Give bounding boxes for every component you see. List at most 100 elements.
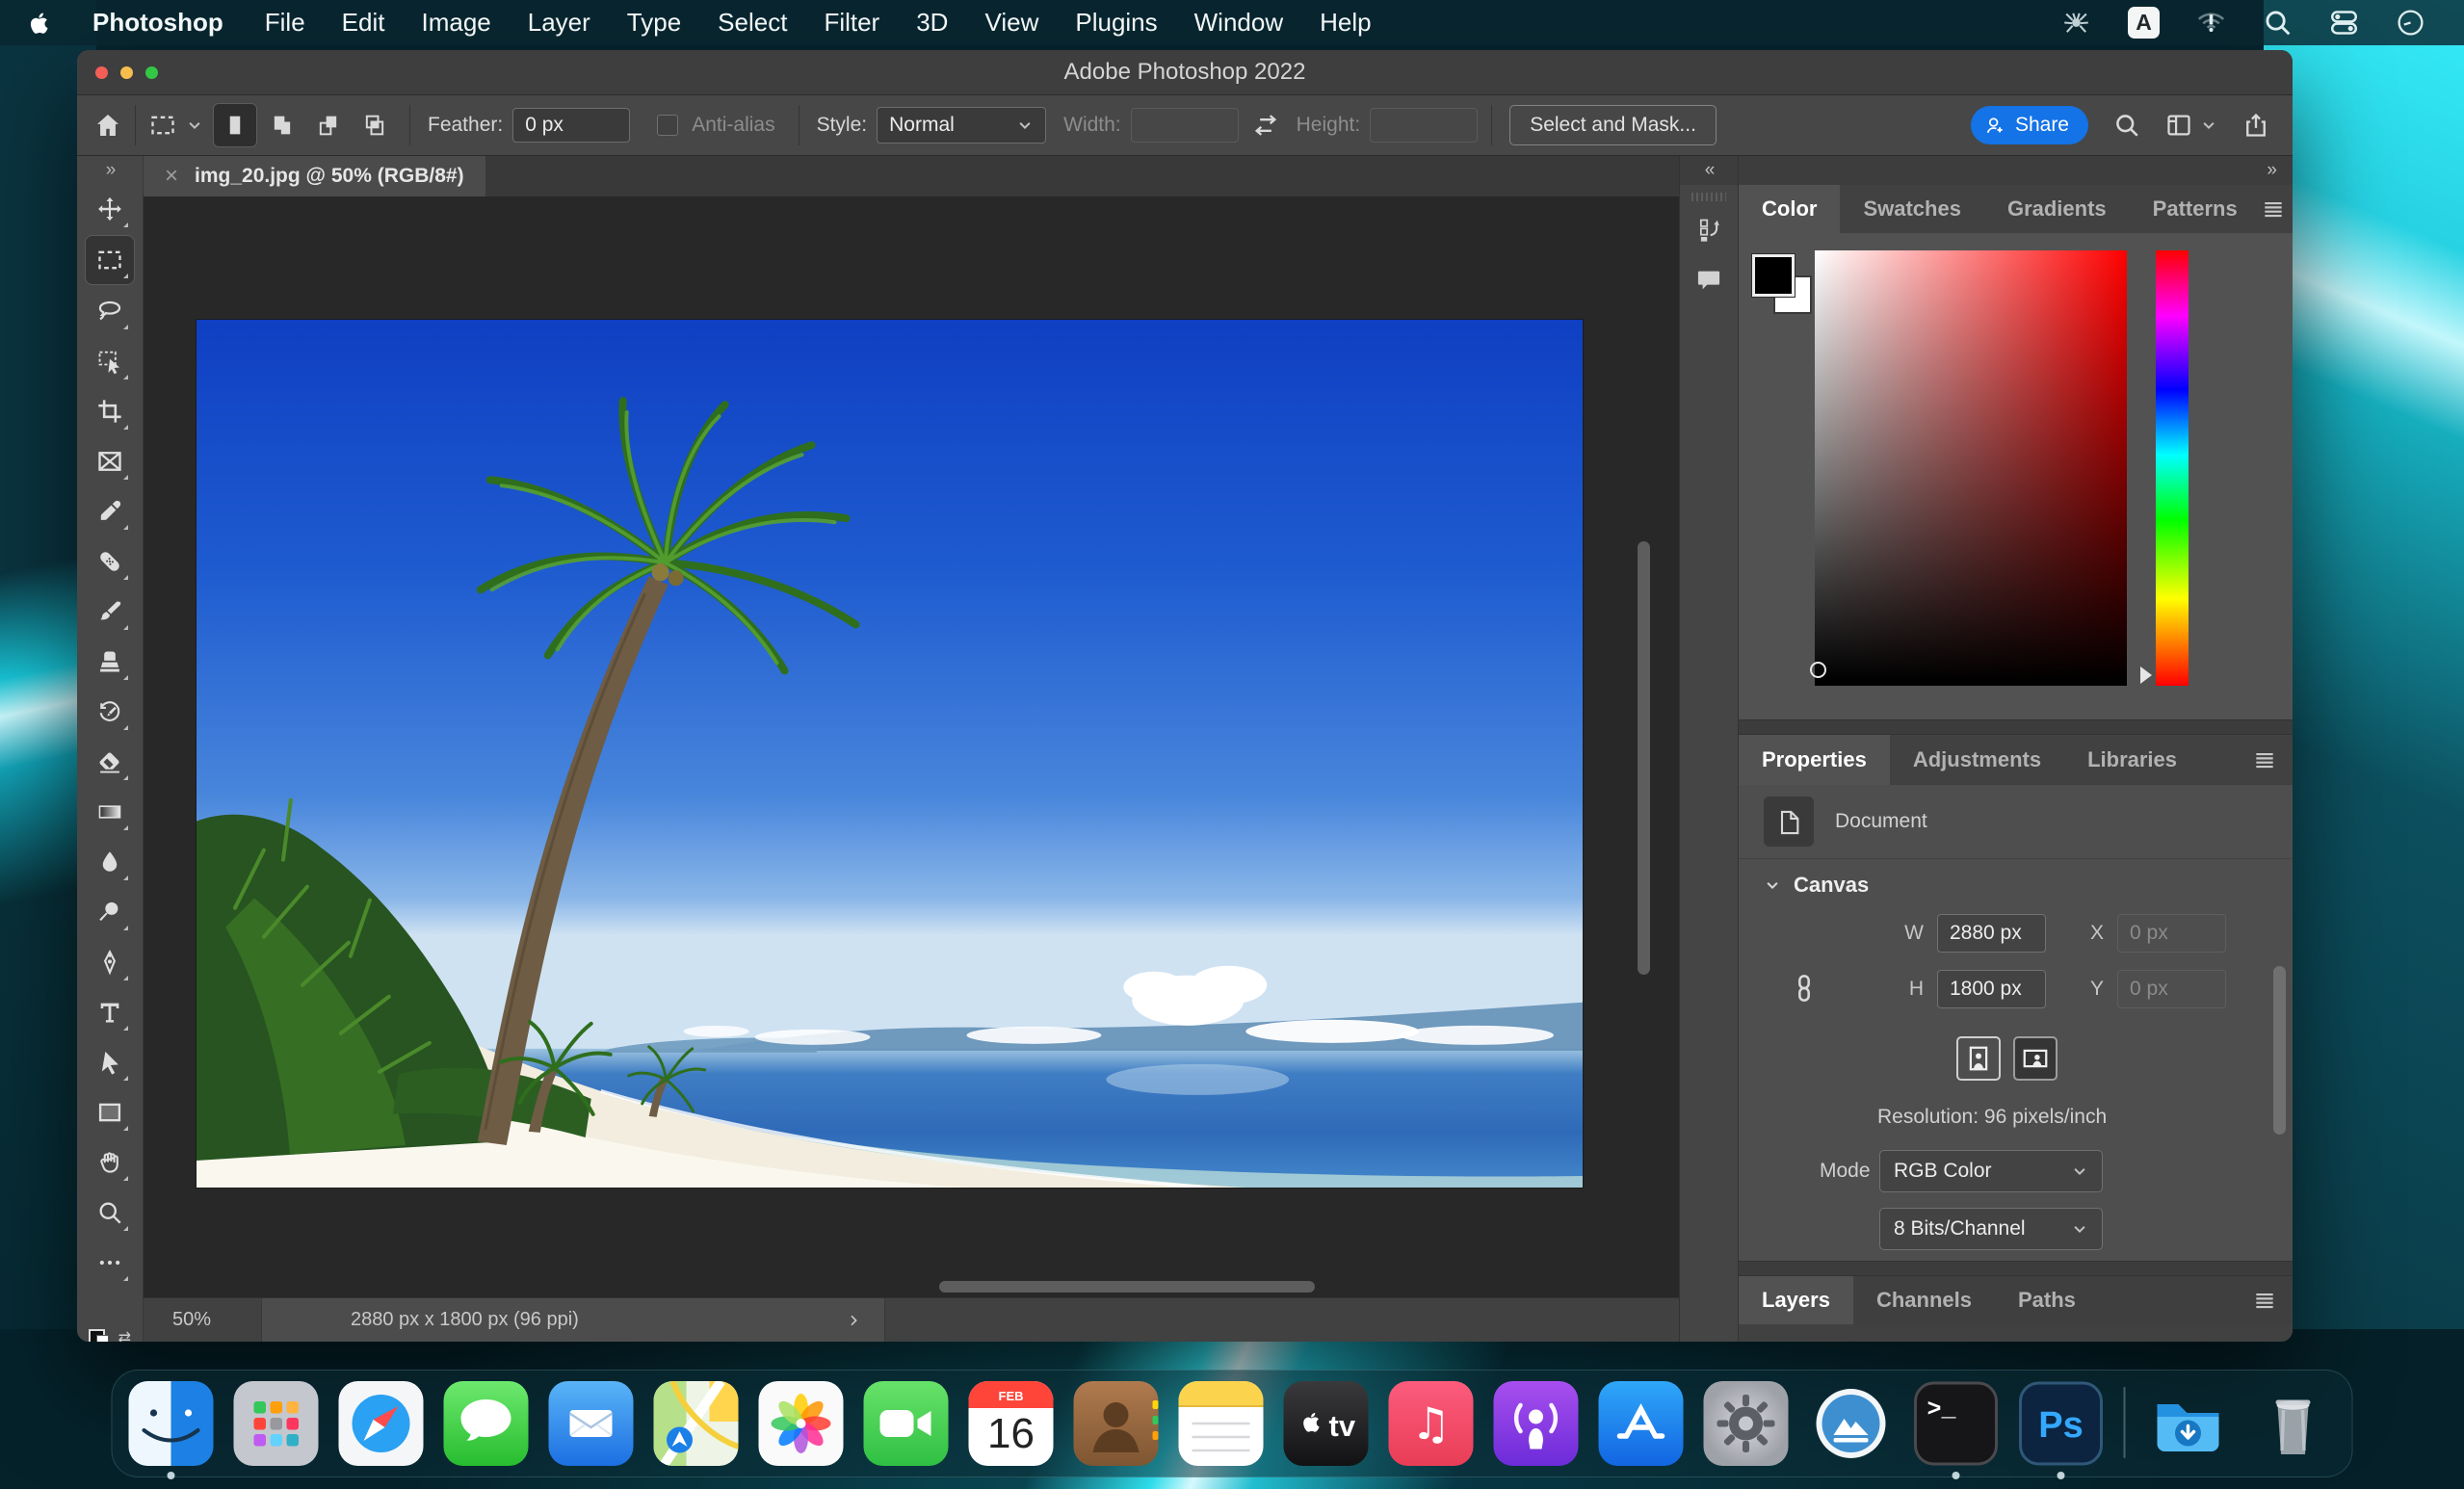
menu-item-layer[interactable]: Layer xyxy=(510,8,609,38)
canvas-section-header[interactable]: Canvas xyxy=(1764,873,2293,898)
type-tool[interactable] xyxy=(86,988,134,1036)
link-dimensions-icon[interactable] xyxy=(1789,973,1820,1004)
canvas-height-input[interactable]: 1800 px xyxy=(1937,970,2046,1008)
comments-panel-icon[interactable] xyxy=(1689,260,1729,300)
tab-layers[interactable]: Layers xyxy=(1739,1276,1853,1324)
canvas-area[interactable] xyxy=(144,196,1679,1297)
document-tab[interactable]: × img_20.jpg @ 50% (RGB/8#) xyxy=(144,156,485,196)
object-selection-tool[interactable] xyxy=(86,337,134,385)
tab-channels[interactable]: Channels xyxy=(1853,1276,1995,1324)
intersect-selection-button[interactable] xyxy=(354,104,396,146)
tab-properties[interactable]: Properties xyxy=(1739,735,1890,785)
pen-tool[interactable] xyxy=(86,938,134,986)
document-image[interactable] xyxy=(197,320,1583,1188)
properties-scrollbar[interactable] xyxy=(2273,966,2286,1135)
collapse-panels-icon[interactable]: « xyxy=(1680,156,1738,185)
swap-dimensions-icon[interactable] xyxy=(1252,112,1279,139)
home-icon[interactable] xyxy=(94,112,121,139)
dodge-tool[interactable] xyxy=(86,888,134,936)
dock-photos-icon[interactable] xyxy=(758,1381,844,1466)
dock-messages-icon[interactable] xyxy=(443,1381,529,1466)
collapse-dock-icon[interactable]: » xyxy=(1739,156,2293,185)
tab-color[interactable]: Color xyxy=(1739,185,1841,233)
dock-photoshop-icon[interactable]: Ps xyxy=(2019,1381,2104,1479)
dock-app-cleaner-icon[interactable] xyxy=(1809,1381,1894,1466)
color-field-cursor[interactable] xyxy=(1810,662,1826,678)
tab-patterns[interactable]: Patterns xyxy=(2130,185,2261,233)
menu-item-edit[interactable]: Edit xyxy=(324,8,404,38)
horizontal-scrollbar[interactable] xyxy=(939,1281,1315,1293)
landscape-orientation-button[interactable] xyxy=(2013,1036,2058,1081)
brush-tool[interactable] xyxy=(86,588,134,636)
dock-maps-icon[interactable] xyxy=(653,1381,739,1466)
crop-tool[interactable] xyxy=(86,387,134,435)
menu-item-file[interactable]: File xyxy=(247,8,324,38)
spotlight-search-icon[interactable] xyxy=(2263,8,2293,38)
menu-item-3d[interactable]: 3D xyxy=(898,8,966,38)
menu-item-plugins[interactable]: Plugins xyxy=(1057,8,1175,38)
history-brush-tool[interactable] xyxy=(86,688,134,736)
wifi-alert-icon[interactable] xyxy=(2196,8,2226,38)
clone-stamp-tool[interactable] xyxy=(86,638,134,686)
saturation-brightness-field[interactable] xyxy=(1810,250,2127,686)
panel-menu-icon[interactable] xyxy=(2252,735,2293,785)
dock-apple-tv-icon[interactable]: tv xyxy=(1283,1381,1369,1466)
blur-tool[interactable] xyxy=(86,838,134,886)
menu-item-filter[interactable]: Filter xyxy=(805,8,898,38)
portrait-orientation-button[interactable] xyxy=(1956,1036,2001,1081)
dock-calendar-icon[interactable]: FEB 16 xyxy=(968,1381,1054,1466)
menu-item-select[interactable]: Select xyxy=(699,8,805,38)
width-input[interactable] xyxy=(1130,108,1239,143)
minimize-window-button[interactable] xyxy=(120,65,133,79)
tab-gradients[interactable]: Gradients xyxy=(1984,185,2130,233)
canvas-y-input[interactable]: 0 px xyxy=(2117,970,2226,1008)
dock-mail-icon[interactable] xyxy=(548,1381,634,1466)
dock-terminal-icon[interactable]: >_ xyxy=(1914,1381,1999,1479)
dock-system-preferences-icon[interactable] xyxy=(1703,1381,1789,1466)
zoom-tool[interactable] xyxy=(86,1189,134,1237)
subtract-selection-button[interactable] xyxy=(307,104,350,146)
window-title-bar[interactable]: Adobe Photoshop 2022 xyxy=(77,50,2293,95)
keyboard-layout-icon[interactable]: A xyxy=(2128,7,2160,39)
tab-swatches[interactable]: Swatches xyxy=(1840,185,1984,233)
share-button[interactable]: Share xyxy=(1970,106,2088,144)
foreground-background-swatches-icon[interactable]: ⇄ xyxy=(77,1326,143,1342)
move-tool[interactable] xyxy=(86,185,134,233)
edit-toolbar[interactable] xyxy=(86,1239,134,1287)
dock-app-store-icon[interactable] xyxy=(1598,1381,1684,1466)
dock-trash-icon[interactable] xyxy=(2251,1381,2336,1466)
menu-item-window[interactable]: Window xyxy=(1176,8,1301,38)
expand-tools-icon[interactable]: » xyxy=(77,156,143,185)
zoom-level[interactable]: 50% xyxy=(172,1309,261,1331)
eyedropper-tool[interactable] xyxy=(86,487,134,536)
add-selection-button[interactable] xyxy=(261,104,303,146)
spot-healing-brush-tool[interactable] xyxy=(86,537,134,586)
color-mode-select[interactable]: RGB Color xyxy=(1879,1150,2103,1192)
path-selection-tool[interactable] xyxy=(86,1038,134,1086)
tool-preset-picker[interactable] xyxy=(149,112,203,139)
foreground-color-swatch[interactable] xyxy=(1751,253,1796,298)
dock-contacts-icon[interactable] xyxy=(1073,1381,1159,1466)
zoom-window-button[interactable] xyxy=(145,65,158,79)
tab-libraries[interactable]: Libraries xyxy=(2064,735,2200,785)
hue-slider[interactable] xyxy=(2140,250,2189,686)
antivirus-spider-icon[interactable] xyxy=(2061,8,2091,38)
style-select[interactable]: Normal xyxy=(877,107,1047,144)
search-icon[interactable] xyxy=(2113,112,2140,139)
anti-alias-checkbox[interactable] xyxy=(657,115,679,136)
menu-item-photoshop[interactable]: Photoshop xyxy=(74,8,247,38)
lasso-tool[interactable] xyxy=(86,287,134,335)
eraser-tool[interactable] xyxy=(86,738,134,786)
select-and-mask-button[interactable]: Select and Mask... xyxy=(1509,105,1717,145)
close-icon[interactable]: × xyxy=(165,163,178,190)
drag-grip[interactable] xyxy=(1691,193,1726,201)
dock-podcasts-icon[interactable] xyxy=(1493,1381,1579,1466)
frame-tool[interactable] xyxy=(86,437,134,485)
close-window-button[interactable] xyxy=(95,65,108,79)
clock-icon[interactable] xyxy=(2396,8,2425,38)
panel-splitter[interactable] xyxy=(1739,719,2293,735)
hue-slider-handle[interactable] xyxy=(2140,666,2152,684)
dock-launchpad-icon[interactable] xyxy=(233,1381,319,1466)
feather-input[interactable]: 0 px xyxy=(512,108,631,143)
new-selection-button[interactable] xyxy=(213,103,257,147)
